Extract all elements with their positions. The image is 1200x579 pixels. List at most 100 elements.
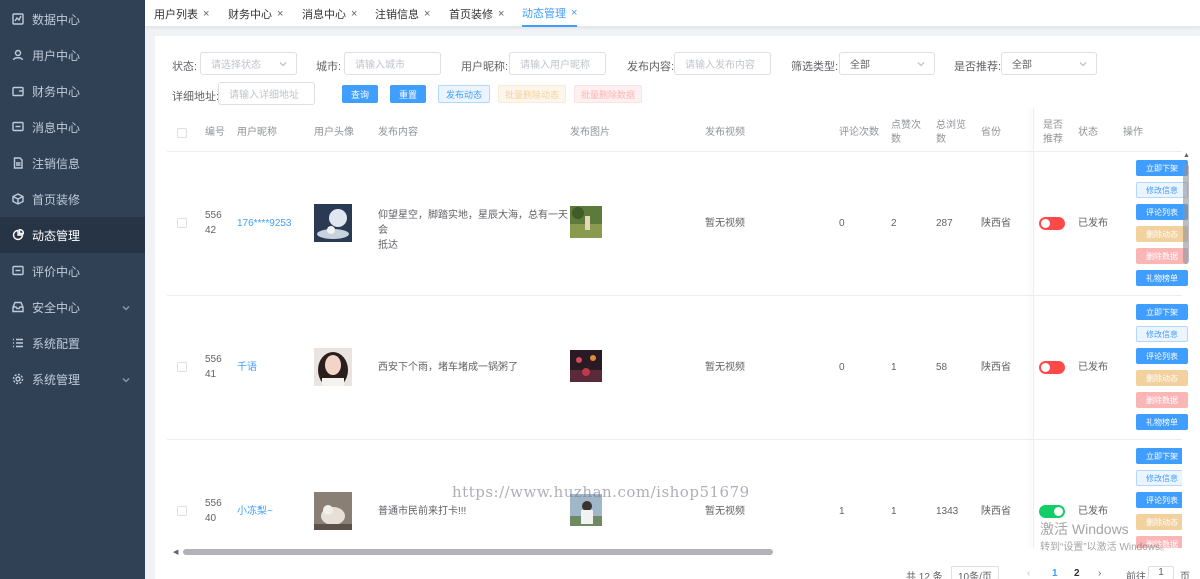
pagination-total: 共 12 条: [906, 572, 943, 579]
message-icon: [12, 121, 24, 133]
column-header-views: 总浏览数: [936, 114, 966, 152]
recommend-select[interactable]: 全部: [1001, 52, 1097, 75]
publish-post-button[interactable]: 发布动态: [438, 85, 490, 103]
scroll-up-icon[interactable]: ▲: [1183, 152, 1190, 159]
horizontal-scroll-thumb[interactable]: [183, 549, 773, 555]
post-id-line2: 42: [205, 225, 217, 236]
tab-homepage-decor[interactable]: 首页装修 ×: [449, 0, 504, 27]
user-nickname-link[interactable]: 176****9253: [237, 216, 292, 231]
column-header-nickname: 用户昵称: [237, 127, 277, 138]
nickname-input-placeholder: 请输入用户昵称: [520, 60, 590, 71]
avatar: [314, 204, 352, 242]
column-header-likes: 点赞次数: [891, 114, 921, 152]
close-icon[interactable]: ×: [571, 7, 577, 19]
sidebar-item-label: 首页装修: [32, 192, 81, 207]
close-icon[interactable]: ×: [424, 8, 430, 20]
city-input-placeholder: 请输入城市: [355, 60, 405, 71]
tab-finance-center[interactable]: 财务中心 ×: [228, 0, 283, 27]
recommend-toggle[interactable]: [1039, 505, 1065, 518]
select-all-checkbox[interactable]: [177, 128, 187, 138]
close-icon[interactable]: ×: [203, 8, 209, 20]
sidebar-item-finance-center[interactable]: 财务中心: [0, 73, 145, 109]
sidebar-item-label: 注销信息: [32, 156, 81, 171]
comment-count: 0: [839, 362, 845, 373]
tab-label: 首页装修: [449, 8, 493, 21]
sidebar-item-user-center[interactable]: 用户中心: [0, 37, 145, 73]
post-content: 仰望星空，脚踏实地，星辰大海，总有一天会 抵达: [378, 208, 568, 253]
query-button[interactable]: 查询: [342, 85, 378, 103]
row-checkbox[interactable]: [177, 362, 187, 372]
post-content-line1: 西安下个雨，堵车堵成一锅粥了: [378, 362, 518, 373]
sidebar-item-system-management[interactable]: 系统管理: [0, 361, 145, 397]
column-header-likes-line1: 点赞次: [891, 120, 921, 131]
goto-page-input[interactable]: 1: [1148, 566, 1174, 579]
tab-post-management[interactable]: 动态管理 ×: [522, 0, 578, 27]
take-down-button[interactable]: 立即下架: [1136, 448, 1182, 464]
sidebar-item-label: 消息中心: [32, 120, 81, 135]
tab-user-list[interactable]: 用户列表 ×: [154, 0, 209, 27]
sidebar-item-post-management[interactable]: 动态管理: [0, 217, 145, 253]
sidebar-item-message-center[interactable]: 消息中心: [0, 109, 145, 145]
goto-suffix: 页: [1180, 572, 1190, 579]
nickname-input[interactable]: 请输入用户昵称: [509, 52, 606, 75]
tab-label: 消息中心: [302, 8, 346, 21]
edit-info-button[interactable]: 修改信息: [1136, 470, 1182, 486]
close-icon[interactable]: ×: [351, 8, 357, 20]
recommend-toggle[interactable]: [1039, 361, 1065, 374]
delete-post-button[interactable]: 删除动态: [1136, 514, 1182, 530]
content-input[interactable]: 请输入发布内容: [674, 52, 771, 75]
sidebar-item-data-center[interactable]: 数据中心: [0, 1, 145, 37]
city-input[interactable]: 请输入城市: [344, 52, 441, 75]
recommend-toggle[interactable]: [1039, 217, 1065, 230]
sidebar-item-label: 动态管理: [32, 228, 81, 243]
sidebar-item-homepage-decor[interactable]: 首页装修: [0, 181, 145, 217]
sidebar-item-label: 评价中心: [32, 264, 81, 279]
comment-icon: [12, 265, 24, 277]
status-select[interactable]: 请选择状态: [200, 52, 297, 75]
vertical-scroll-thumb[interactable]: [1183, 164, 1189, 264]
next-page-button[interactable]: ›: [1098, 568, 1101, 579]
column-header-recommend: 是否 推荐: [1043, 114, 1063, 152]
address-input[interactable]: 请输入详细地址: [218, 82, 315, 105]
status-text: 已发布: [1078, 362, 1108, 373]
sidebar-item-review-center[interactable]: 评价中心: [0, 253, 145, 289]
page-1-button[interactable]: 1: [1052, 568, 1058, 579]
column-header-images: 发布图片: [570, 127, 610, 138]
batch-delete-data-button[interactable]: 批量删除数据: [574, 85, 642, 103]
close-icon[interactable]: ×: [498, 8, 504, 20]
type-select[interactable]: 全部: [839, 52, 935, 75]
sidebar-item-security-center[interactable]: 安全中心: [0, 289, 145, 325]
post-image: [570, 206, 602, 238]
user-nickname-link[interactable]: 小冻梨~: [237, 504, 273, 519]
post-id: 556 42: [205, 208, 222, 238]
user-nickname-link[interactable]: 千语: [237, 360, 257, 375]
scroll-left-icon[interactable]: ◀: [173, 548, 178, 556]
post-content-line1: 仰望星空，脚踏实地，星辰大海，总有一天会: [378, 210, 568, 236]
tab-cancellation-info[interactable]: 注销信息 ×: [375, 0, 430, 27]
status-text: 已发布: [1078, 218, 1108, 229]
box-icon: [12, 193, 24, 205]
sidebar-item-cancellation-info[interactable]: 注销信息: [0, 145, 145, 181]
prev-page-button[interactable]: ‹: [1027, 568, 1030, 579]
reset-button[interactable]: 重置: [390, 85, 426, 103]
horizontal-scrollbar[interactable]: ◀: [173, 548, 1180, 556]
like-count: 1: [891, 362, 897, 373]
tabs-bar: 用户列表 × 财务中心 × 消息中心 × 注销信息 × 首页装修 × 动态管理 ×: [145, 0, 1200, 27]
page-size-select[interactable]: 10条/页: [951, 566, 999, 579]
column-header-recommend-line2: 推荐: [1043, 134, 1063, 145]
post-video: 暂无视频: [705, 506, 745, 517]
sidebar-item-label: 用户中心: [32, 48, 81, 63]
page-2-button[interactable]: 2: [1074, 568, 1080, 579]
sidebar-item-system-config[interactable]: 系统配置: [0, 325, 145, 361]
post-id: 556 40: [205, 496, 222, 526]
view-count: 287: [936, 218, 953, 229]
comment-list-button[interactable]: 评论列表: [1136, 492, 1182, 508]
fixed-column-divider: [1033, 108, 1034, 548]
row-checkbox[interactable]: [177, 506, 187, 516]
tab-message-center[interactable]: 消息中心 ×: [302, 0, 357, 27]
batch-delete-posts-button[interactable]: 批量删除动态: [498, 85, 566, 103]
close-icon[interactable]: ×: [277, 8, 283, 20]
address-filter-label: 详细地址:: [172, 91, 220, 103]
row-checkbox[interactable]: [177, 218, 187, 228]
vertical-scrollbar[interactable]: ▲: [1181, 152, 1191, 548]
